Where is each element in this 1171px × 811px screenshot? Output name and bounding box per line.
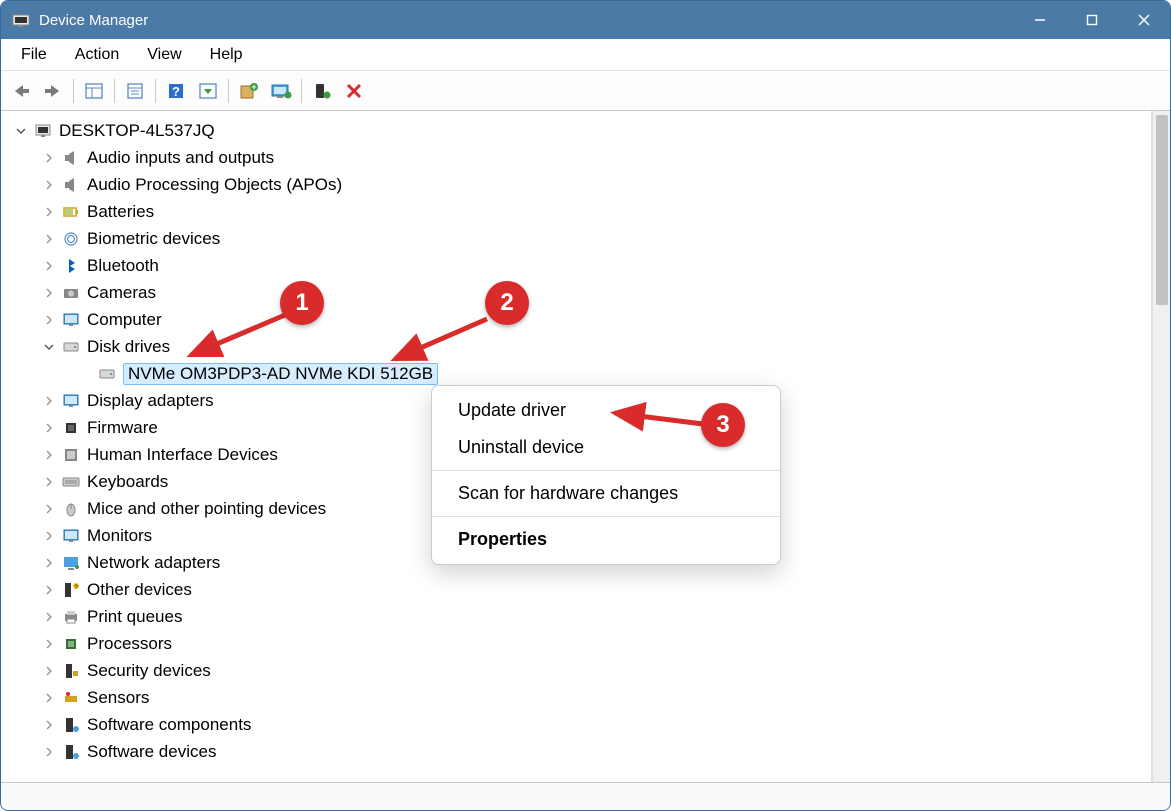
annotation-arrows bbox=[1, 1, 1171, 811]
device-manager-window: Device Manager File Action View Help ? +… bbox=[0, 0, 1171, 811]
annotation-badge: 3 bbox=[701, 403, 745, 447]
annotation-badge: 1 bbox=[280, 281, 324, 325]
annotation-badge: 2 bbox=[485, 281, 529, 325]
